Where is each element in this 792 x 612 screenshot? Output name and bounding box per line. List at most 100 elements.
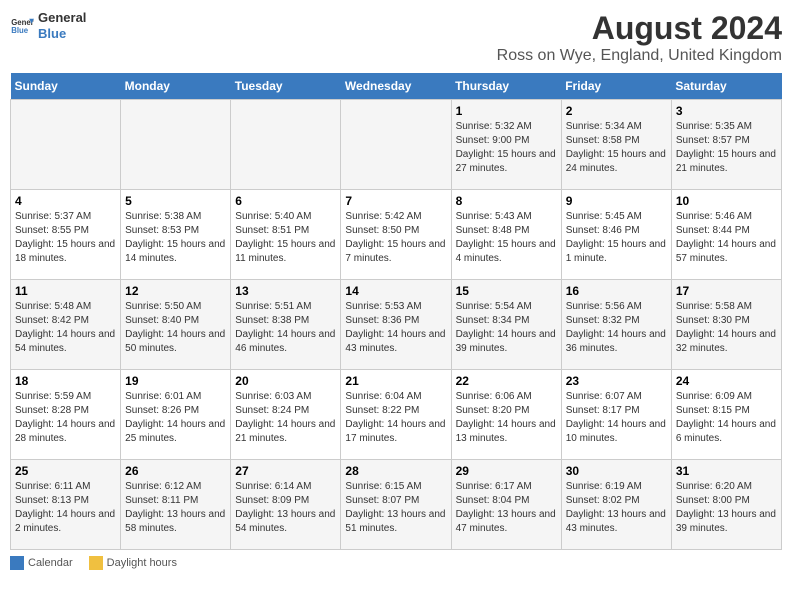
week-row-1: 1 Sunrise: 5:32 AM Sunset: 9:00 PM Daylig… — [11, 100, 782, 190]
calendar-label: Calendar — [28, 557, 73, 569]
day-cell — [11, 100, 121, 190]
day-cell: 28 Sunrise: 6:15 AM Sunset: 8:07 PM Dayli… — [341, 460, 451, 550]
day-info: Sunrise: 6:15 AM Sunset: 8:07 PM Dayligh… — [345, 480, 446, 536]
day-cell: 23 Sunrise: 6:07 AM Sunset: 8:17 PM Dayli… — [561, 370, 671, 460]
day-cell: 1 Sunrise: 5:32 AM Sunset: 9:00 PM Daylig… — [451, 100, 561, 190]
day-cell: 4 Sunrise: 5:37 AM Sunset: 8:55 PM Daylig… — [11, 190, 121, 280]
day-info: Sunrise: 5:48 AM Sunset: 8:42 PM Dayligh… — [15, 300, 116, 356]
day-cell: 13 Sunrise: 5:51 AM Sunset: 8:38 PM Dayli… — [231, 280, 341, 370]
day-number: 19 — [125, 374, 226, 388]
day-info: Sunrise: 5:46 AM Sunset: 8:44 PM Dayligh… — [676, 210, 777, 266]
day-number: 21 — [345, 374, 446, 388]
day-info: Sunrise: 6:19 AM Sunset: 8:02 PM Dayligh… — [566, 480, 667, 536]
day-info: Sunrise: 6:17 AM Sunset: 8:04 PM Dayligh… — [456, 480, 557, 536]
svg-text:Blue: Blue — [11, 26, 29, 35]
day-number: 8 — [456, 194, 557, 208]
day-info: Sunrise: 5:42 AM Sunset: 8:50 PM Dayligh… — [345, 210, 446, 266]
day-number: 25 — [15, 464, 116, 478]
day-number: 30 — [566, 464, 667, 478]
calendar-body: 1 Sunrise: 5:32 AM Sunset: 9:00 PM Daylig… — [11, 100, 782, 550]
col-header-friday: Friday — [561, 73, 671, 100]
day-cell: 26Sunrise: 6:12 AM Sunset: 8:11 PM Dayli… — [121, 460, 231, 550]
day-cell — [341, 100, 451, 190]
day-number: 16 — [566, 284, 667, 298]
day-number: 3 — [676, 104, 777, 118]
day-cell: 18Sunrise: 5:59 AM Sunset: 8:28 PM Dayli… — [11, 370, 121, 460]
day-info: Sunrise: 5:37 AM Sunset: 8:55 PM Dayligh… — [15, 210, 116, 266]
day-number: 15 — [456, 284, 557, 298]
day-number: 13 — [235, 284, 336, 298]
logo-line1: General — [38, 10, 86, 26]
day-cell: 31 Sunrise: 6:20 AM Sunset: 8:00 PM Dayli… — [671, 460, 781, 550]
day-number: 2 — [566, 104, 667, 118]
calendar-table: SundayMondayTuesdayWednesdayThursdayFrid… — [10, 73, 782, 550]
day-number: 18 — [15, 374, 116, 388]
calendar-icon — [10, 556, 24, 570]
footer: Calendar Daylight hours — [10, 556, 782, 570]
day-number: 9 — [566, 194, 667, 208]
day-cell: 7 Sunrise: 5:42 AM Sunset: 8:50 PM Daylig… — [341, 190, 451, 280]
day-info: Sunrise: 5:35 AM Sunset: 8:57 PM Dayligh… — [676, 120, 777, 176]
day-cell — [231, 100, 341, 190]
day-cell: 30 Sunrise: 6:19 AM Sunset: 8:02 PM Dayli… — [561, 460, 671, 550]
day-info: Sunrise: 5:51 AM Sunset: 8:38 PM Dayligh… — [235, 300, 336, 356]
day-number: 26 — [125, 464, 226, 478]
day-number: 24 — [676, 374, 777, 388]
day-number: 11 — [15, 284, 116, 298]
day-number: 22 — [456, 374, 557, 388]
day-number: 7 — [345, 194, 446, 208]
day-cell: 29 Sunrise: 6:17 AM Sunset: 8:04 PM Dayli… — [451, 460, 561, 550]
day-number: 17 — [676, 284, 777, 298]
day-info: Sunrise: 5:54 AM Sunset: 8:34 PM Dayligh… — [456, 300, 557, 356]
day-cell: 21 Sunrise: 6:04 AM Sunset: 8:22 PM Dayli… — [341, 370, 451, 460]
day-info: Sunrise: 5:43 AM Sunset: 8:48 PM Dayligh… — [456, 210, 557, 266]
day-number: 31 — [676, 464, 777, 478]
day-number: 4 — [15, 194, 116, 208]
day-info: Sunrise: 6:20 AM Sunset: 8:00 PM Dayligh… — [676, 480, 777, 536]
logo-line2: Blue — [38, 26, 86, 42]
day-number: 14 — [345, 284, 446, 298]
day-info: Sunrise: 5:38 AM Sunset: 8:53 PM Dayligh… — [125, 210, 226, 266]
day-number: 28 — [345, 464, 446, 478]
day-number: 20 — [235, 374, 336, 388]
day-info: Sunrise: 5:34 AM Sunset: 8:58 PM Dayligh… — [566, 120, 667, 176]
day-number: 6 — [235, 194, 336, 208]
day-info: Sunrise: 5:32 AM Sunset: 9:00 PM Dayligh… — [456, 120, 557, 176]
day-info: Sunrise: 5:56 AM Sunset: 8:32 PM Dayligh… — [566, 300, 667, 356]
day-cell: 9Sunrise: 5:45 AM Sunset: 8:46 PM Daylig… — [561, 190, 671, 280]
day-cell: 6 Sunrise: 5:40 AM Sunset: 8:51 PM Daylig… — [231, 190, 341, 280]
day-info: Sunrise: 6:03 AM Sunset: 8:24 PM Dayligh… — [235, 390, 336, 446]
main-title: August 2024 — [497, 10, 782, 47]
logo: General Blue General Blue — [10, 10, 86, 41]
day-cell: 27Sunrise: 6:14 AM Sunset: 8:09 PM Dayli… — [231, 460, 341, 550]
day-cell — [121, 100, 231, 190]
day-info: Sunrise: 6:09 AM Sunset: 8:15 PM Dayligh… — [676, 390, 777, 446]
day-cell: 11 Sunrise: 5:48 AM Sunset: 8:42 PM Dayli… — [11, 280, 121, 370]
day-cell: 5Sunrise: 5:38 AM Sunset: 8:53 PM Daylig… — [121, 190, 231, 280]
logo-icon: General Blue — [10, 14, 34, 38]
daylight-label: Daylight hours — [107, 557, 177, 569]
day-info: Sunrise: 6:07 AM Sunset: 8:17 PM Dayligh… — [566, 390, 667, 446]
day-number: 23 — [566, 374, 667, 388]
day-info: Sunrise: 5:40 AM Sunset: 8:51 PM Dayligh… — [235, 210, 336, 266]
title-area: August 2024 Ross on Wye, England, United… — [497, 10, 782, 65]
day-cell: 3 Sunrise: 5:35 AM Sunset: 8:57 PM Daylig… — [671, 100, 781, 190]
day-cell: 8 Sunrise: 5:43 AM Sunset: 8:48 PM Daylig… — [451, 190, 561, 280]
week-row-3: 11 Sunrise: 5:48 AM Sunset: 8:42 PM Dayli… — [11, 280, 782, 370]
day-number: 29 — [456, 464, 557, 478]
day-cell: 14Sunrise: 5:53 AM Sunset: 8:36 PM Dayli… — [341, 280, 451, 370]
day-cell: 10 Sunrise: 5:46 AM Sunset: 8:44 PM Dayli… — [671, 190, 781, 280]
day-cell: 17Sunrise: 5:58 AM Sunset: 8:30 PM Dayli… — [671, 280, 781, 370]
week-row-2: 4 Sunrise: 5:37 AM Sunset: 8:55 PM Daylig… — [11, 190, 782, 280]
day-cell: 12Sunrise: 5:50 AM Sunset: 8:40 PM Dayli… — [121, 280, 231, 370]
day-info: Sunrise: 6:04 AM Sunset: 8:22 PM Dayligh… — [345, 390, 446, 446]
day-info: Sunrise: 6:01 AM Sunset: 8:26 PM Dayligh… — [125, 390, 226, 446]
day-info: Sunrise: 6:11 AM Sunset: 8:13 PM Dayligh… — [15, 480, 116, 536]
day-cell: 24 Sunrise: 6:09 AM Sunset: 8:15 PM Dayli… — [671, 370, 781, 460]
day-number: 1 — [456, 104, 557, 118]
week-row-5: 25 Sunrise: 6:11 AM Sunset: 8:13 PM Dayli… — [11, 460, 782, 550]
day-number: 10 — [676, 194, 777, 208]
footer-daylight: Daylight hours — [89, 556, 177, 570]
day-cell: 2 Sunrise: 5:34 AM Sunset: 8:58 PM Daylig… — [561, 100, 671, 190]
day-cell: 16 Sunrise: 5:56 AM Sunset: 8:32 PM Dayli… — [561, 280, 671, 370]
